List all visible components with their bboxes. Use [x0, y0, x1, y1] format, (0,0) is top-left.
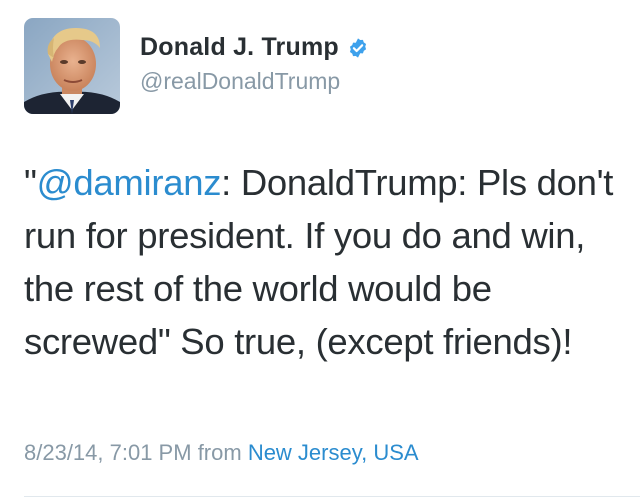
tweet-card: Donald J. Trump @realDonaldTrump "@damir…	[0, 0, 640, 503]
name-row: Donald J. Trump	[140, 33, 369, 62]
timestamp[interactable]: 8/23/14, 7:01 PM	[24, 440, 192, 465]
avatar[interactable]	[24, 18, 120, 114]
quote-mark: "	[24, 162, 37, 203]
tweet-meta: 8/23/14, 7:01 PM from New Jersey, USA	[24, 440, 419, 466]
display-name[interactable]: Donald J. Trump	[140, 33, 339, 62]
tweet-header: Donald J. Trump @realDonaldTrump	[24, 17, 369, 115]
from-label: from	[197, 440, 242, 465]
avatar-image	[24, 18, 120, 114]
mention-link[interactable]: @damiranz	[37, 162, 222, 203]
author-names: Donald J. Trump @realDonaldTrump	[140, 33, 369, 95]
tweet-text: "@damiranz: DonaldTrump: Pls don't run f…	[24, 156, 624, 368]
location-link[interactable]: New Jersey, USA	[248, 440, 419, 465]
verified-badge-icon	[347, 37, 369, 59]
divider	[24, 496, 640, 497]
username-handle[interactable]: @realDonaldTrump	[140, 68, 369, 95]
